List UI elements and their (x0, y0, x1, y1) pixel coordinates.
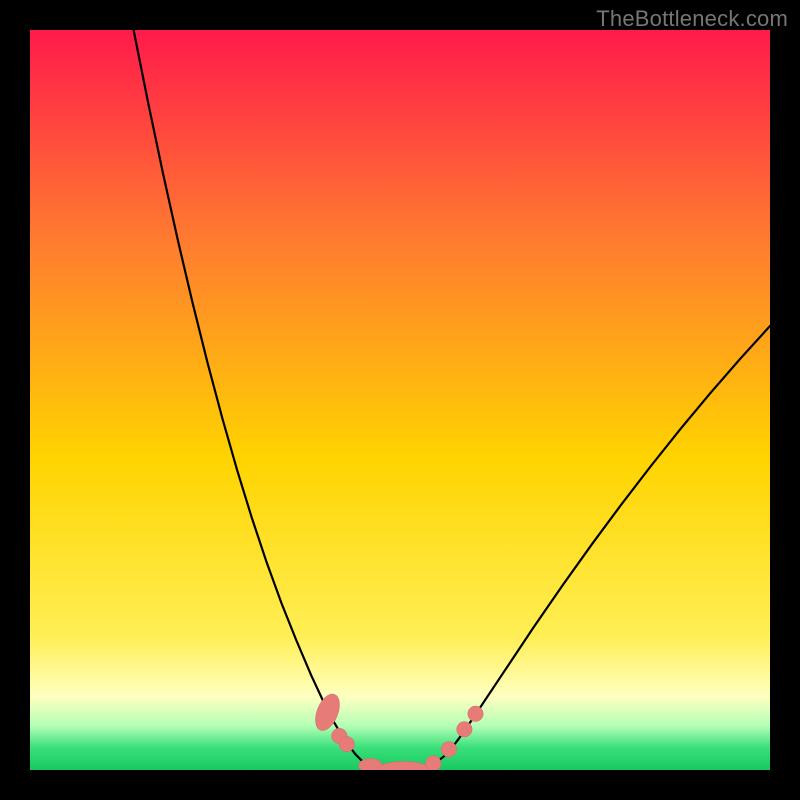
marker-5 (426, 756, 442, 770)
gradient-background (30, 30, 770, 770)
marker-8 (468, 706, 484, 722)
chart-svg (30, 30, 770, 770)
chart-frame: TheBottleneck.com (0, 0, 800, 800)
plot-area (30, 30, 770, 770)
marker-6 (441, 742, 457, 758)
attribution-label: TheBottleneck.com (596, 6, 788, 32)
marker-7 (457, 722, 473, 738)
marker-2 (339, 736, 355, 752)
